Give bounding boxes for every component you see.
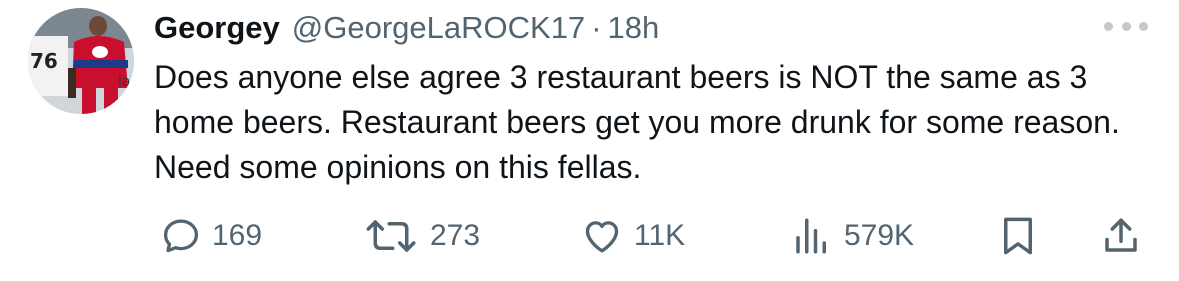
svg-text:ia: ia bbox=[118, 74, 130, 90]
heart-icon bbox=[585, 221, 619, 253]
avatar-photo: 76 ia bbox=[28, 8, 134, 114]
share-button[interactable] bbox=[1100, 210, 1142, 262]
separator-dot: · bbox=[591, 10, 602, 45]
reply-count: 169 bbox=[212, 219, 263, 252]
bar-chart-icon bbox=[796, 218, 826, 254]
like-count: 11K bbox=[634, 219, 686, 252]
user-handle[interactable]: @GeorgeLaROCK17 bbox=[292, 6, 585, 50]
timestamp[interactable]: 18h bbox=[608, 6, 660, 50]
more-dots-icon[interactable] bbox=[1104, 19, 1148, 33]
view-count: 579K bbox=[844, 219, 915, 252]
repost-button[interactable]: 273 bbox=[362, 210, 480, 262]
repost-count: 273 bbox=[430, 219, 481, 252]
bookmark-icon bbox=[1004, 217, 1032, 255]
bookmark-button[interactable] bbox=[1000, 210, 1036, 262]
speech-bubble-icon bbox=[163, 219, 199, 253]
repost-arrows-icon bbox=[366, 220, 416, 252]
reply-button[interactable]: 169 bbox=[160, 210, 262, 262]
views-button[interactable]: 579K bbox=[790, 210, 914, 262]
tweet-card[interactable]: 76 ia Georgey @GeorgeLaROCK17 · 18h Does… bbox=[0, 0, 1179, 281]
action-bar: 169 273 11K 579K bbox=[0, 210, 1179, 262]
avatar[interactable]: 76 ia bbox=[28, 8, 134, 114]
tweet-header: Georgey @GeorgeLaROCK17 · 18h bbox=[154, 6, 659, 50]
like-button[interactable]: 11K bbox=[580, 210, 685, 262]
tweet-text: Does anyone else agree 3 restaurant beer… bbox=[154, 59, 1120, 185]
avatar-jersey-number: 76 bbox=[30, 49, 58, 73]
share-upload-icon bbox=[1105, 218, 1137, 252]
display-name[interactable]: Georgey bbox=[154, 6, 280, 50]
